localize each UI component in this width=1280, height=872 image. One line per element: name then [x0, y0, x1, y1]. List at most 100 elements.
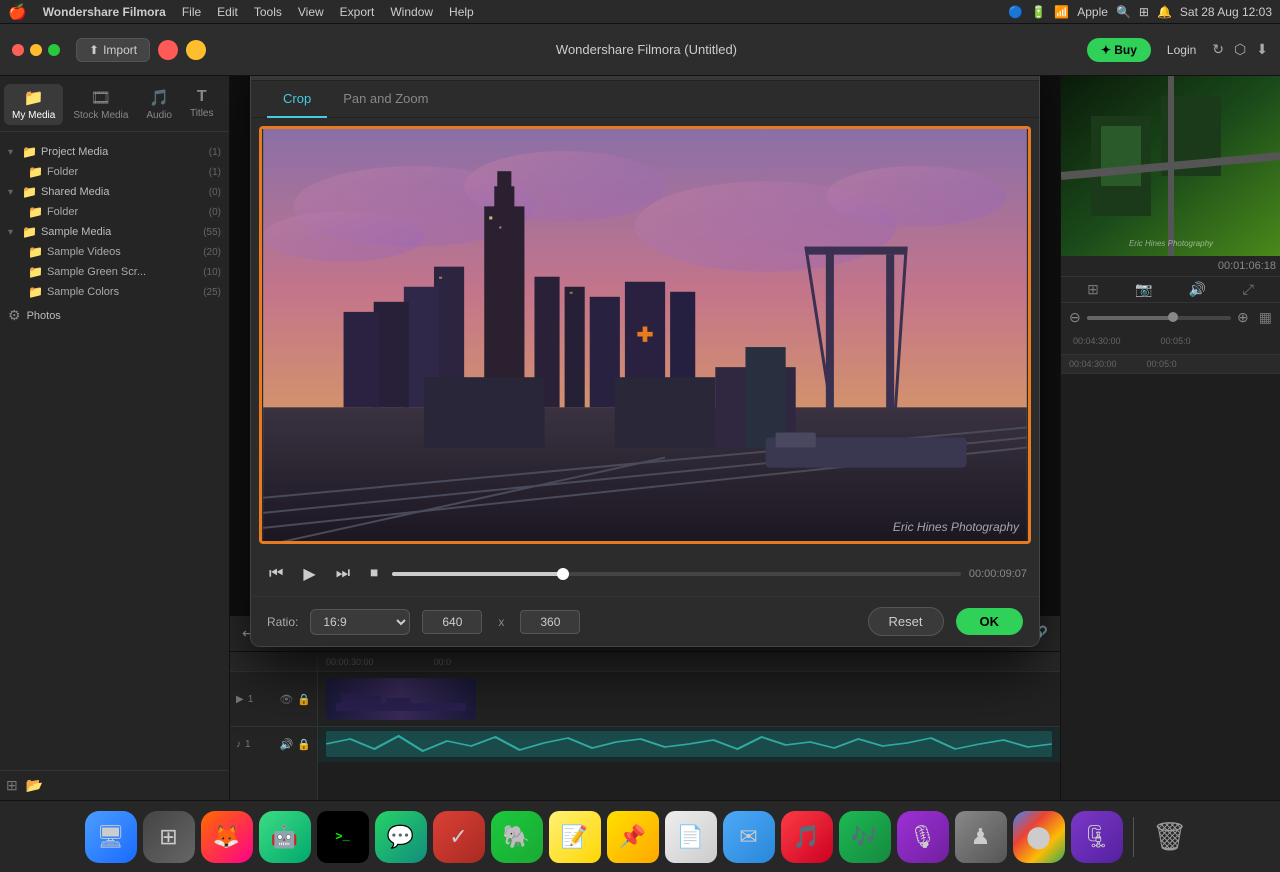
- trash-icon: 🗑: [1152, 820, 1188, 853]
- add-media-icon[interactable]: ⊞: [6, 777, 18, 794]
- search-icon[interactable]: 🔍: [1116, 5, 1131, 19]
- import-button[interactable]: ⬆ Import: [76, 38, 150, 62]
- height-input[interactable]: [520, 610, 580, 634]
- dock-todoist[interactable]: ✓: [433, 811, 485, 863]
- zoom-out-button[interactable]: ⊖: [1069, 309, 1081, 326]
- volume-icon[interactable]: 🔊: [280, 738, 294, 751]
- rp-fit-icon[interactable]: ⊞: [1087, 281, 1099, 298]
- reset-button[interactable]: Reset: [868, 607, 944, 636]
- edit-menu[interactable]: Edit: [217, 5, 238, 19]
- stock-media-icon: 🎞: [91, 88, 111, 108]
- playback-progress-bar[interactable]: [392, 572, 961, 576]
- lock-icon[interactable]: 🔒: [297, 693, 311, 706]
- dock-podcasts[interactable]: 🎙: [897, 811, 949, 863]
- minimize-button[interactable]: [30, 44, 42, 56]
- dock-trash[interactable]: 🗑: [1144, 811, 1196, 863]
- dock-launchpad[interactable]: ⊞: [143, 811, 195, 863]
- ok-button[interactable]: OK: [956, 608, 1024, 635]
- tools-menu[interactable]: Tools: [254, 5, 282, 19]
- zoom-in-button[interactable]: ⊕: [1237, 309, 1249, 326]
- tree-item-sample-green[interactable]: 📁 Sample Green Scr... (10): [0, 262, 229, 282]
- dock-spotify[interactable]: 🎶: [839, 811, 891, 863]
- photos-item[interactable]: ⚙ Photos: [0, 302, 229, 329]
- play-button[interactable]: ▶: [297, 560, 321, 588]
- video-clip[interactable]: [326, 678, 476, 720]
- video-track-label: 1: [248, 694, 254, 705]
- menu-bar: 🍎 Wondershare Filmora File Edit Tools Vi…: [0, 0, 1280, 24]
- dock-textedit[interactable]: 📄: [665, 811, 717, 863]
- maximize-button[interactable]: [48, 44, 60, 56]
- dock-music[interactable]: 🎵: [781, 811, 833, 863]
- apple-menu[interactable]: 🍎: [8, 3, 27, 21]
- sidebar-bottom: ⊞ 📂: [0, 770, 229, 800]
- ratio-select[interactable]: 16:9 4:3 1:1 9:16 Custom: [310, 609, 410, 635]
- dock-firefox[interactable]: 🦊: [201, 811, 253, 863]
- login-button[interactable]: Login: [1167, 43, 1196, 57]
- export-menu[interactable]: Export: [340, 5, 375, 19]
- dock-terminal[interactable]: >_: [317, 811, 369, 863]
- download-icon[interactable]: ⬇: [1256, 41, 1268, 58]
- help-menu[interactable]: Help: [449, 5, 474, 19]
- rp-track-area: [1061, 374, 1280, 800]
- tab-crop[interactable]: Crop: [267, 81, 327, 118]
- dock-chrome[interactable]: ⬤: [1013, 811, 1065, 863]
- share-icon[interactable]: ⬡: [1234, 41, 1246, 58]
- rp-snapshot-icon[interactable]: 📷: [1135, 281, 1152, 298]
- rp-fullscreen-icon[interactable]: ⤢: [1243, 281, 1254, 298]
- import-icon: ⬆: [89, 43, 99, 57]
- next-frame-button[interactable]: ⏭: [330, 561, 356, 587]
- buy-button[interactable]: ✦ Buy: [1087, 38, 1151, 62]
- tree-item-project-media[interactable]: ▾ 📁 Project Media (1): [0, 142, 229, 162]
- tab-stock-media[interactable]: 🎞 Stock Media: [65, 84, 136, 125]
- stop-button[interactable]: ⏹: [364, 561, 384, 587]
- window-menu[interactable]: Window: [390, 5, 433, 19]
- eye-icon[interactable]: 👁: [279, 693, 293, 706]
- tree-item-sample-colors[interactable]: 📁 Sample Colors (25): [0, 282, 229, 302]
- tab-titles[interactable]: T Titles: [182, 84, 222, 125]
- tree-item-shared-media[interactable]: ▾ 📁 Shared Media (0): [0, 182, 229, 202]
- dock-finder[interactable]: 🖥: [85, 811, 137, 863]
- folder-icon: 📁: [28, 265, 43, 279]
- zoom-track[interactable]: [1087, 316, 1231, 320]
- notification-icon[interactable]: 🔔: [1157, 5, 1172, 19]
- dock-stickies[interactable]: 📌: [607, 811, 659, 863]
- my-media-icon: 📁: [24, 88, 44, 108]
- app-name-menu[interactable]: Wondershare Filmora: [43, 5, 166, 19]
- progress-thumb[interactable]: [557, 568, 569, 580]
- refresh-icon[interactable]: ↻: [1212, 41, 1224, 58]
- folder-icon: 📁: [22, 225, 37, 239]
- dock-mail[interactable]: ✉: [723, 811, 775, 863]
- zoom-layout-icon[interactable]: ▦: [1259, 309, 1272, 326]
- android-studio-icon: 🤖: [271, 824, 298, 850]
- lock-icon[interactable]: 🔒: [297, 738, 311, 751]
- dock-chess[interactable]: ♟: [955, 811, 1007, 863]
- dock-evernote[interactable]: 🐘: [491, 811, 543, 863]
- tab-audio[interactable]: 🎵 Audio: [138, 84, 180, 125]
- rp-volume-icon[interactable]: 🔊: [1189, 281, 1206, 298]
- file-menu[interactable]: File: [182, 5, 201, 19]
- dock-whatsapp[interactable]: 💬: [375, 811, 427, 863]
- svg-text:Eric Hines Photography: Eric Hines Photography: [1129, 239, 1214, 248]
- timeline-content: 00:00:30:00 00:0: [318, 652, 1060, 800]
- tab-my-media[interactable]: 📁 My Media: [4, 84, 63, 125]
- tree-item-project-folder[interactable]: 📁 Folder (1): [0, 162, 229, 182]
- window-controls: [12, 44, 60, 56]
- folder-icon: 📁: [28, 165, 43, 179]
- width-input[interactable]: [422, 610, 482, 634]
- zoom-thumb[interactable]: [1168, 312, 1178, 322]
- tree-item-sample-media[interactable]: ▾ 📁 Sample Media (55): [0, 222, 229, 242]
- dock-android-studio[interactable]: 🤖: [259, 811, 311, 863]
- tab-pan-zoom[interactable]: Pan and Zoom: [327, 81, 444, 118]
- dock-betterzip[interactable]: 🗜: [1071, 811, 1123, 863]
- folder-add-icon[interactable]: 📂: [26, 777, 43, 794]
- control-center-icon[interactable]: ⊞: [1139, 5, 1149, 19]
- tree-item-shared-folder[interactable]: 📁 Folder (0): [0, 202, 229, 222]
- close-button[interactable]: [12, 44, 24, 56]
- dock-notes[interactable]: 📝: [549, 811, 601, 863]
- prev-frame-button[interactable]: ⏮: [263, 561, 289, 587]
- terminal-icon: >_: [335, 830, 349, 844]
- tree-item-sample-videos[interactable]: 📁 Sample Videos (20): [0, 242, 229, 262]
- view-menu[interactable]: View: [298, 5, 324, 19]
- clip-thumbnail: [326, 678, 476, 720]
- watermark-text: Eric Hines Photography: [893, 520, 1019, 534]
